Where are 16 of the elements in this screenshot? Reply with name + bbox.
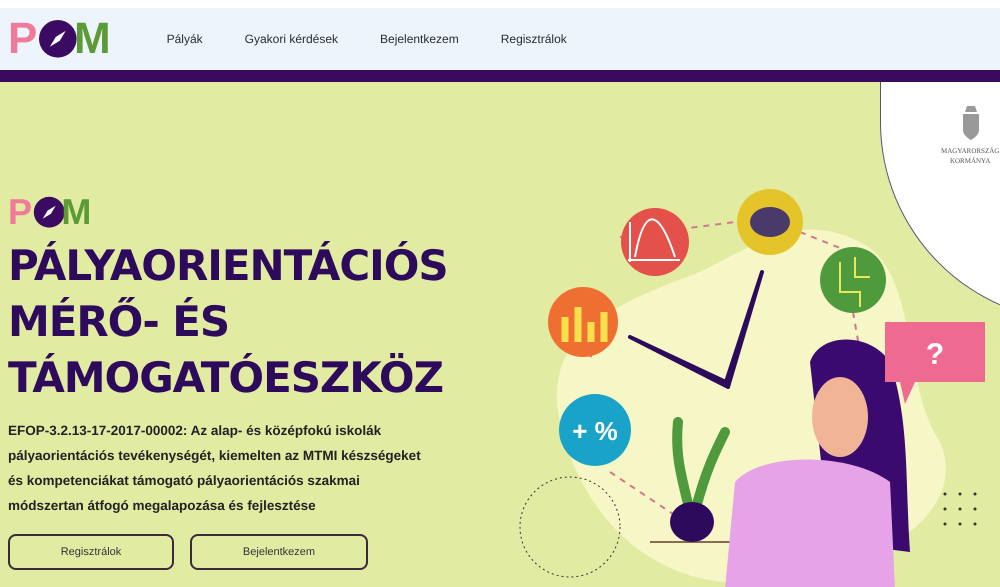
logo-letter: P: [8, 17, 38, 61]
hero-button[interactable]: Regisztrálok: [8, 534, 174, 570]
nav-link[interactable]: Pályák: [166, 30, 203, 48]
compass-icon: [38, 19, 78, 59]
logo-letter: P: [8, 194, 32, 230]
logo-letter: M: [61, 194, 92, 230]
nav-link[interactable]: Gyakori kérdések: [244, 30, 338, 48]
compass-icon: [33, 196, 66, 228]
math-symbols: + %: [572, 416, 618, 446]
hero-title: PÁLYAORIENTÁCIÓS MÉRŐ- ÉS TÁMOGATÓESZKÖZ: [8, 240, 449, 404]
question-mark: ?: [926, 338, 944, 371]
nav-link[interactable]: Regisztrálok: [500, 30, 567, 48]
project-description: EFOP-3.2.13-17-2017-00002: Az alap- és középfokú iskolák pályaorientációs tevékenységét, kiemelten az MTMI készségeket és kompetenciákat támogató pályaorientációs szakmai módszertan átfogó megalapozása és fejlesztése: [8, 422, 422, 515]
nav-link[interactable]: Bejelentkezem: [380, 30, 459, 48]
logo-letter: M: [74, 17, 111, 61]
hero-button[interactable]: Bejelentkezem: [190, 534, 368, 570]
